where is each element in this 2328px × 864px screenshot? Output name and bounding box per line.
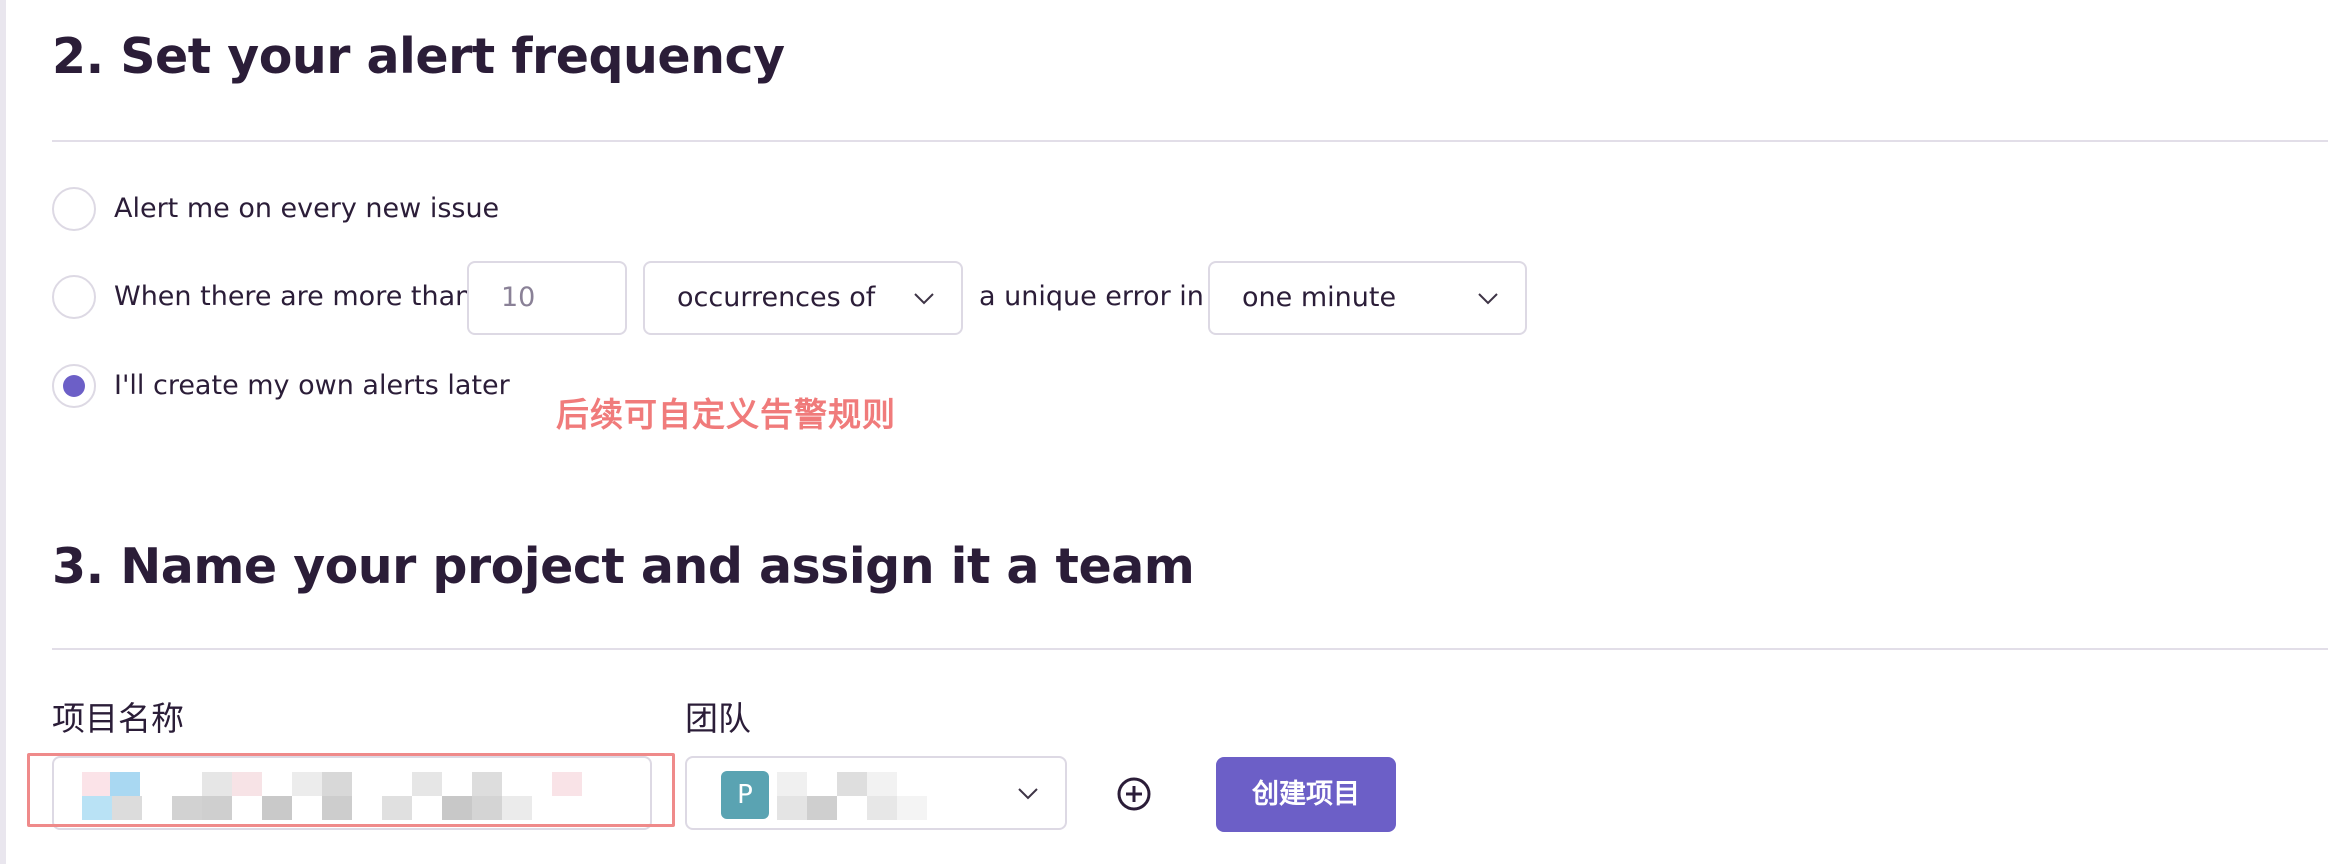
radio-own-alerts-later[interactable] — [52, 364, 96, 408]
interval-select-value: one minute — [1242, 282, 1397, 313]
team-select[interactable]: P — [685, 756, 1067, 830]
chevron-down-icon — [1018, 788, 1038, 800]
radio-every-new-issue[interactable] — [52, 187, 96, 231]
threshold-placeholder: 10 — [501, 282, 536, 313]
chevron-down-icon — [1478, 293, 1498, 305]
option-label-threshold: When there are more than — [114, 281, 473, 312]
chevron-down-icon — [914, 293, 934, 305]
connector-text: a unique error in — [979, 281, 1204, 312]
section-title-alert-frequency: 2. Set your alert frequency — [52, 28, 785, 85]
project-name-label: 项目名称 — [52, 699, 184, 738]
annotation-note: 后续可自定义告警规则 — [556, 395, 896, 434]
option-label-every-new-issue: Alert me on every new issue — [114, 193, 500, 224]
team-avatar: P — [721, 771, 769, 819]
threshold-input[interactable]: 10 — [467, 261, 627, 335]
highlight-box — [27, 753, 675, 827]
metric-select[interactable]: occurrences of — [643, 261, 963, 335]
section-title-project-team: 3. Name your project and assign it a tea… — [52, 538, 1195, 595]
section-divider — [52, 648, 2328, 650]
page-edge — [0, 0, 6, 864]
team-label: 团队 — [685, 699, 751, 738]
interval-select[interactable]: one minute — [1208, 261, 1527, 335]
create-project-button[interactable]: 创建项目 — [1216, 757, 1396, 832]
section-divider — [52, 140, 2328, 142]
option-label-own-alerts-later: I'll create my own alerts later — [114, 370, 510, 401]
add-team-icon[interactable] — [1116, 776, 1152, 812]
metric-select-value: occurrences of — [677, 282, 876, 313]
radio-threshold[interactable] — [52, 275, 96, 319]
